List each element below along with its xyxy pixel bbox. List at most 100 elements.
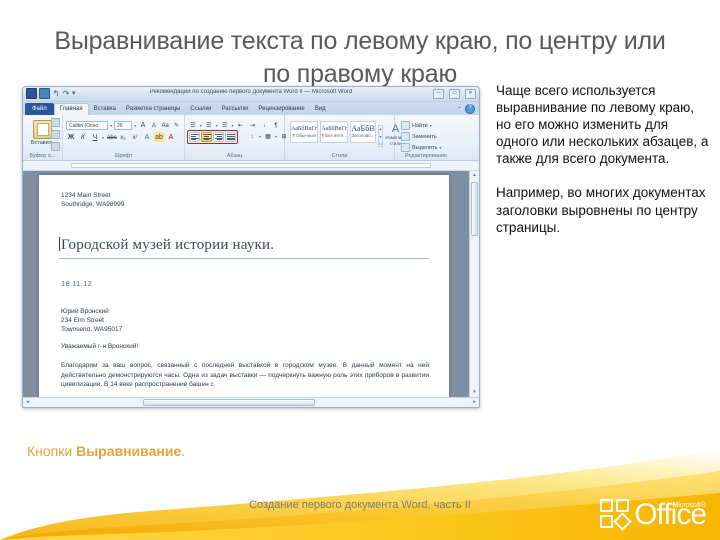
italic-icon[interactable]: К: [78, 132, 88, 142]
line-spacing-icon[interactable]: ↕: [247, 131, 257, 141]
tab-view[interactable]: Вид: [310, 104, 331, 116]
scroll-up-icon[interactable]: ▴: [470, 171, 479, 180]
help-icon[interactable]: ?: [465, 104, 475, 114]
text-effects-icon[interactable]: A: [142, 132, 152, 142]
vertical-scroll-thumb[interactable]: [471, 182, 478, 236]
collapse-ribbon-icon[interactable]: ⌃: [457, 106, 462, 113]
restore-button[interactable]: ▭: [449, 89, 460, 99]
styles-scroll-down-icon[interactable]: ▾: [379, 134, 381, 139]
paragraph-one: Чаще всего используется выравнивание по …: [496, 83, 709, 167]
scroll-down-icon[interactable]: ▾: [470, 388, 479, 397]
numbering-dropdown-icon[interactable]: ▾: [216, 123, 218, 128]
window-controls[interactable]: — ▭ ✕: [433, 89, 476, 99]
document-ruler[interactable]: [23, 161, 479, 171]
tab-home[interactable]: Главная: [53, 102, 89, 115]
style-no-spacing[interactable]: АаБбВвГг ¶ Без инте...: [320, 121, 349, 143]
grow-font-icon[interactable]: A: [138, 120, 147, 130]
ribbon-group-clipboard: Вставить Буфер о...: [23, 115, 63, 160]
bullets-icon[interactable]: ☰: [188, 120, 198, 130]
font-name-dropdown-icon[interactable]: ▾: [110, 123, 112, 128]
multilevel-dropdown-icon[interactable]: ▾: [232, 123, 234, 128]
style-normal[interactable]: АаБбВвГг ¶ Обычный: [290, 121, 319, 143]
replace-button[interactable]: Заменить: [401, 132, 454, 141]
recipient-line-3: Townsend, WA95017: [61, 326, 123, 333]
vertical-scrollbar[interactable]: ▴ ▾: [469, 171, 479, 397]
ribbon-group-font: Calibri (Осно ▾ 26 ▾ A A Aa ✎ Ж К Ч ▾ ab…: [63, 115, 185, 160]
select-dropdown-icon[interactable]: ▾: [439, 145, 441, 150]
ribbon-panel: Вставить Буфер о... Calibri (Осно ▾ 26 ▾…: [23, 115, 479, 161]
styles-more-icon[interactable]: ▭: [379, 141, 383, 146]
shrink-font-icon[interactable]: A: [149, 120, 158, 130]
sender-address: 1234 Main Street Southridge, WA98999: [61, 191, 124, 209]
styles-scroll-buttons[interactable]: ▴ ▾ ▭: [377, 125, 384, 147]
font-color-icon[interactable]: A: [166, 132, 176, 142]
font-size-dropdown-icon[interactable]: ▾: [134, 123, 136, 128]
align-center-button[interactable]: [201, 132, 212, 142]
superscript-icon[interactable]: x²: [130, 132, 140, 142]
minimize-button[interactable]: —: [433, 89, 444, 99]
format-painter-icon[interactable]: [51, 142, 60, 151]
tab-references[interactable]: Ссылки: [185, 104, 216, 116]
clear-formatting-icon[interactable]: ✎: [172, 120, 181, 130]
find-button[interactable]: Найти ▾: [401, 121, 454, 130]
document-heading[interactable]: Городской музей истории науки.: [59, 237, 429, 259]
caption-emphasis: Выравнивание: [76, 443, 182, 459]
replace-icon: [401, 132, 410, 141]
sort-icon[interactable]: ↓: [259, 120, 269, 130]
group-label-styles: Стили: [331, 153, 348, 159]
clipboard-side-buttons[interactable]: [51, 118, 60, 151]
select-button[interactable]: Выделить ▾: [401, 143, 454, 152]
style-heading[interactable]: АаБбВ Заголово...: [350, 121, 376, 143]
bullets-dropdown-icon[interactable]: ▾: [200, 123, 202, 128]
font-size-input[interactable]: 26: [114, 120, 133, 130]
recipient-line-1: Юрий Вронский: [61, 308, 109, 315]
style-normal-sample: АаБбВвГг: [291, 126, 318, 132]
tab-page-layout[interactable]: Разметка страницы: [121, 104, 185, 116]
underline-icon[interactable]: Ч: [90, 132, 100, 142]
justify-button[interactable]: [225, 132, 236, 142]
horizontal-scroll-thumb[interactable]: [143, 399, 315, 406]
styles-gallery[interactable]: АаБбВвГг ¶ Обычный АаБбВвГг ¶ Без инте..…: [290, 121, 406, 147]
cut-icon[interactable]: [51, 118, 60, 127]
line-spacing-dropdown-icon[interactable]: ▾: [259, 134, 261, 139]
subscript-icon[interactable]: x₂: [118, 132, 128, 142]
document-page[interactable]: 1234 Main Street Southridge, WA98999 Гор…: [39, 175, 449, 397]
font-name-input[interactable]: Calibri (Осно: [66, 120, 109, 130]
align-left-button[interactable]: [189, 132, 200, 142]
strikethrough-icon[interactable]: abc: [106, 132, 117, 142]
scroll-left-icon[interactable]: ◂: [23, 398, 32, 407]
copy-icon[interactable]: [51, 130, 60, 139]
document-heading-text: Городской музей истории науки.: [61, 237, 275, 253]
tab-insert[interactable]: Вставка: [89, 104, 121, 116]
multilevel-list-icon[interactable]: ☰: [220, 120, 230, 130]
slide-footer: Создание первого документа Word, часть I…: [249, 499, 471, 511]
bold-icon[interactable]: Ж: [66, 132, 76, 142]
align-right-button[interactable]: [213, 132, 224, 142]
ribbon-tabs[interactable]: Файл Главная Вставка Разметка страницы С…: [23, 102, 479, 115]
underline-dropdown-icon[interactable]: ▾: [102, 135, 104, 140]
find-dropdown-icon[interactable]: ▾: [430, 123, 432, 128]
office-squares-icon: [600, 499, 632, 531]
close-button[interactable]: ✕: [465, 89, 476, 99]
decrease-indent-icon[interactable]: ⇤: [236, 120, 246, 130]
scroll-right-icon[interactable]: ▸: [470, 398, 479, 407]
highlight-icon[interactable]: ab: [154, 132, 165, 142]
increase-indent-icon[interactable]: ⇥: [247, 120, 257, 130]
tab-mailings[interactable]: Рассылки: [216, 104, 253, 116]
document-canvas[interactable]: 1234 Main Street Southridge, WA98999 Гор…: [23, 171, 479, 397]
figure-caption: Кнопки Выравнивание.: [27, 443, 185, 459]
ribbon-tabs-right-controls[interactable]: ⌃ ?: [457, 104, 475, 114]
numbering-icon[interactable]: ☰: [204, 120, 214, 130]
tab-file[interactable]: Файл: [25, 103, 54, 115]
search-icon: [401, 121, 410, 130]
page-title: Выравнивание текста по левому краю, по ц…: [54, 26, 666, 88]
shading-dropdown-icon[interactable]: ▾: [275, 134, 277, 139]
paste-icon[interactable]: [33, 120, 52, 139]
show-formatting-marks-icon[interactable]: ¶: [271, 120, 281, 130]
explanatory-text-block: Чаще всего используется выравнивание по …: [496, 82, 710, 236]
horizontal-scrollbar[interactable]: ◂ ▸: [23, 397, 479, 407]
change-case-icon[interactable]: Aa: [161, 120, 170, 130]
tab-review[interactable]: Рецензирование: [253, 104, 309, 116]
styles-scroll-up-icon[interactable]: ▴: [379, 126, 381, 131]
shading-icon[interactable]: ▦: [263, 131, 273, 141]
